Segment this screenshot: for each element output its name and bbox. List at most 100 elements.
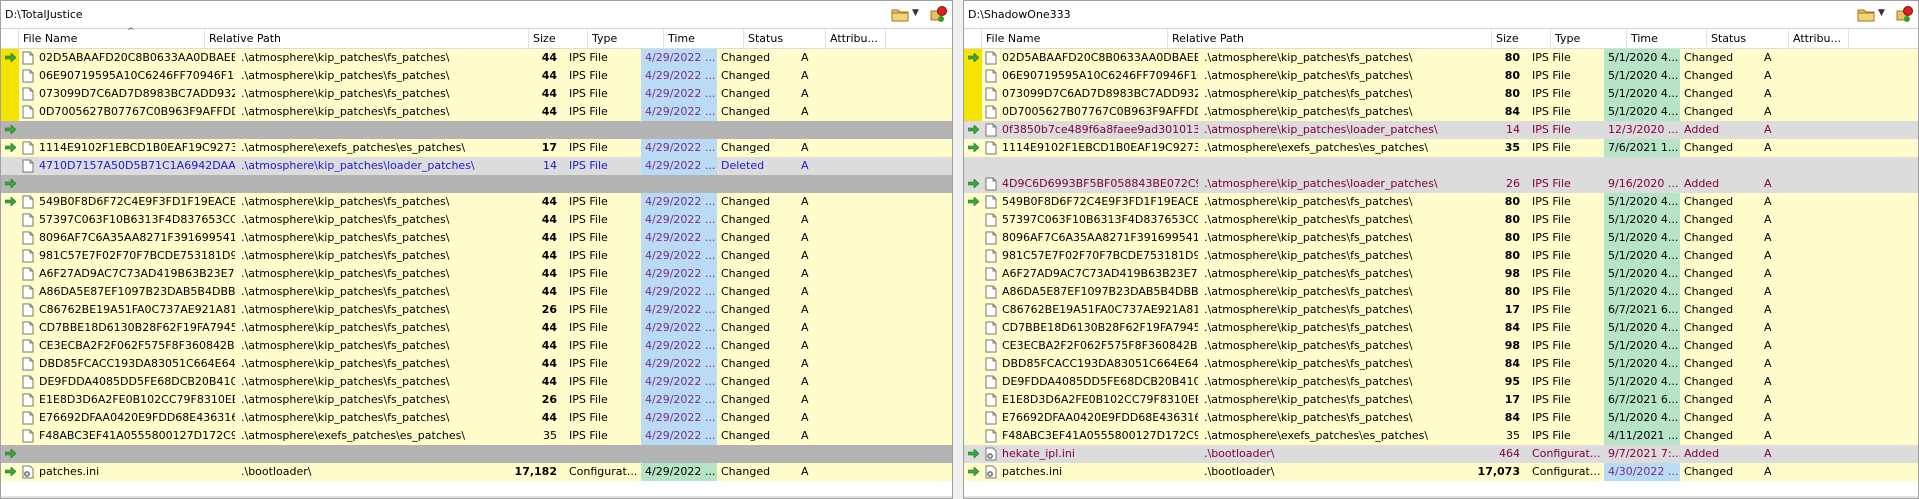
- file-status: Changed: [721, 411, 771, 424]
- spacer-row[interactable]: [1, 445, 952, 463]
- table-row[interactable]: A6F27AD9AC7C73AD419B63B23E785... .\atmosp…: [964, 265, 1918, 283]
- table-row[interactable]: E1E8D3D6A2FE0B102CC79F8310EEEF... .\atmos…: [964, 391, 1918, 409]
- table-row[interactable]: 981C57E7F02F70F7BCDE753181D901... .\atmos…: [1, 247, 952, 265]
- file-type: IPS File: [1532, 87, 1571, 100]
- table-row[interactable]: C86762BE19A51FA0C737AE921A8168... .\atmos…: [1, 301, 952, 319]
- table-row[interactable]: A6F27AD9AC7C73AD419B63B23E785... .\atmosp…: [1, 265, 952, 283]
- table-row[interactable]: 06E90719595A10C6246FF70946F10F... .\atmos…: [964, 67, 1918, 85]
- folder-icon[interactable]: [890, 5, 910, 25]
- file-attributes: A: [801, 249, 809, 262]
- table-row[interactable]: CD7BBE18D6130B28F62F19FA794553... .\atmos…: [964, 319, 1918, 337]
- file-attributes: A: [801, 321, 809, 334]
- row-gutter: [964, 175, 982, 193]
- column-relative-path[interactable]: Relative Path: [205, 29, 529, 48]
- folder-icon[interactable]: [1856, 5, 1876, 25]
- table-row[interactable]: E76692DFAA0420E9FDD68E436316181... .\atmo…: [964, 409, 1918, 427]
- file-size: 84: [1504, 411, 1520, 424]
- table-row[interactable]: F48ABC3EF41A0555800127D172C9B8... .\atmos…: [1, 427, 952, 445]
- file-icon: [984, 337, 998, 355]
- column-size[interactable]: Size: [529, 29, 588, 48]
- column-size[interactable]: Size: [1492, 29, 1551, 48]
- file-name: 0D7005627B07767C0B963F9AFFDDE5...: [39, 105, 235, 118]
- table-row[interactable]: CD7BBE18D6130B28F62F19FA794553... .\atmos…: [1, 319, 952, 337]
- column-attributes[interactable]: Attribu...: [1789, 29, 1849, 48]
- table-row[interactable]: 0f3850b7ce489f6a8faee9ad301013f66... .\at…: [964, 121, 1918, 139]
- file-time: 5/1/2020 4...: [1604, 229, 1680, 247]
- file-name: F48ABC3EF41A0555800127D172C9B8...: [39, 429, 235, 442]
- file-icon: [984, 427, 998, 445]
- row-gutter: [964, 409, 982, 427]
- column-status[interactable]: Status: [1707, 29, 1789, 48]
- table-row[interactable]: DE9FDDA4085DD5FE68DCB20B41095... .\atmosp…: [964, 373, 1918, 391]
- right-path-bar[interactable]: D:\ShadowOne333 ▼: [964, 1, 1918, 29]
- file-attributes: A: [1764, 285, 1772, 298]
- table-row[interactable]: 57397C063F10B6313F4D837653CCC3... .\atmos…: [1, 211, 952, 229]
- spacer-row[interactable]: [1, 121, 952, 139]
- sync-icon[interactable]: [1894, 5, 1914, 25]
- table-row[interactable]: 073099D7C6AD7D8983BC7ADD932BE... .\atmosp…: [1, 85, 952, 103]
- table-row[interactable]: A86DA5E87EF1097B23DAB5B4DBBAE... .\atmosp…: [964, 283, 1918, 301]
- table-row[interactable]: 0D7005627B07767C0B963F9AFFDDE5... .\atmos…: [1, 103, 952, 121]
- file-icon: [984, 211, 998, 229]
- spacer-row[interactable]: [1, 175, 952, 193]
- table-row[interactable]: 549B0F8D6F72C4E9F3FD1F19EACE4A... .\atmos…: [1, 193, 952, 211]
- table-row[interactable]: DBD85FCACC193DA83051C664E6452... .\atmosp…: [964, 355, 1918, 373]
- table-row[interactable]: C86762BE19A51FA0C737AE921A8168... .\atmos…: [964, 301, 1918, 319]
- file-time: 4/29/2022 ...: [641, 193, 717, 211]
- column-relative-path[interactable]: Relative Path: [1168, 29, 1492, 48]
- table-row[interactable]: DBD85FCACC193DA83051C664E6452... .\atmosp…: [1, 355, 952, 373]
- file-size: 44: [541, 231, 557, 244]
- table-row[interactable]: 02D5ABAAFD20C8B0633AA0DBAEE0... .\atmosph…: [1, 49, 952, 67]
- column-type[interactable]: Type: [1551, 29, 1627, 48]
- column-attributes[interactable]: Attribu...: [826, 29, 886, 48]
- table-row[interactable]: 06E90719595A10C6246FF70946F10F... .\atmos…: [1, 67, 952, 85]
- table-row[interactable]: 1114E9102F1EBCD1B0EAF19C927362... .\atmos…: [964, 139, 1918, 157]
- table-row[interactable]: 981C57E7F02F70F7BCDE753181D901... .\atmos…: [964, 247, 1918, 265]
- file-status: Changed: [721, 87, 771, 100]
- pane-splitter[interactable]: [953, 0, 963, 499]
- left-scrollbar[interactable]: [1, 496, 952, 498]
- sync-icon[interactable]: [928, 5, 948, 25]
- column-file-name[interactable]: File Name: [19, 29, 205, 48]
- chevron-down-icon[interactable]: ▼: [1878, 8, 1888, 28]
- table-row[interactable]: F48ABC3EF41A0555800127D172C9B8... .\atmos…: [964, 427, 1918, 445]
- right-path[interactable]: D:\ShadowOne333: [968, 8, 1071, 21]
- column-type[interactable]: Type: [588, 29, 664, 48]
- file-status: Deleted: [721, 159, 765, 172]
- file-type: IPS File: [569, 339, 608, 352]
- column-time[interactable]: Time: [664, 29, 744, 48]
- table-row[interactable]: CE3ECBA2F2F062F575F8F360842B32B... .\atmo…: [964, 337, 1918, 355]
- table-row[interactable]: hekate_ipl.ini .\bootloader\ 464 Configurat…: [964, 445, 1918, 463]
- file-icon: [984, 85, 998, 103]
- file-attributes: A: [801, 159, 809, 172]
- table-row[interactable]: E1E8D3D6A2FE0B102CC79F8310EEEF... .\atmos…: [1, 391, 952, 409]
- table-row[interactable]: 57397C063F10B6313F4D837653CCC3... .\atmos…: [964, 211, 1918, 229]
- file-icon: [984, 139, 998, 157]
- table-row[interactable]: CE3ECBA2F2F062F575F8F360842B32B... .\atmo…: [1, 337, 952, 355]
- column-status[interactable]: Status: [744, 29, 826, 48]
- table-row[interactable]: A86DA5E87EF1097B23DAB5B4DBBAE... .\atmosp…: [1, 283, 952, 301]
- column-file-name[interactable]: File Name: [982, 29, 1168, 48]
- table-row[interactable]: 549B0F8D6F72C4E9F3FD1F19EACE4A... .\atmos…: [964, 193, 1918, 211]
- table-row[interactable]: patches.ini .\bootloader\ 17,182 Configurat…: [1, 463, 952, 481]
- table-row[interactable]: 8096AF7C6A35AA8271F3916995413B... .\atmos…: [964, 229, 1918, 247]
- table-row[interactable]: DE9FDDA4085DD5FE68DCB20B41095... .\atmosp…: [1, 373, 952, 391]
- right-scrollbar[interactable]: [964, 496, 1918, 498]
- table-row[interactable]: 0D7005627B07767C0B963F9AFFDDE5... .\atmos…: [964, 103, 1918, 121]
- table-row[interactable]: 4710D7157A50D5B71C1A6942DAA82... .\atmosp…: [1, 157, 952, 175]
- spacer-row[interactable]: [964, 157, 1918, 175]
- table-row[interactable]: patches.ini .\bootloader\ 17,073 Configurat…: [964, 463, 1918, 481]
- table-row[interactable]: 073099D7C6AD7D8983BC7ADD932BE... .\atmosp…: [964, 85, 1918, 103]
- file-type: IPS File: [569, 213, 608, 226]
- table-row[interactable]: 4D9C6D6993BF5BF058843BE072C981... .\atmos…: [964, 175, 1918, 193]
- chevron-down-icon[interactable]: ▼: [912, 8, 922, 28]
- table-row[interactable]: 8096AF7C6A35AA8271F3916995413B... .\atmos…: [1, 229, 952, 247]
- left-path-bar[interactable]: D:\TotalJustice ▼: [1, 1, 952, 29]
- relative-path: .\atmosphere\kip_patches\fs_patches\: [241, 87, 450, 100]
- column-time[interactable]: Time: [1627, 29, 1707, 48]
- table-row[interactable]: 1114E9102F1EBCD1B0EAF19C927362... .\atmos…: [1, 139, 952, 157]
- table-row[interactable]: 02D5ABAAFD20C8B0633AA0DBAEE0... .\atmosph…: [964, 49, 1918, 67]
- table-row[interactable]: E76692DFAA0420E9FDD68E436316181... .\atmo…: [1, 409, 952, 427]
- file-attributes: A: [1764, 51, 1772, 64]
- left-path[interactable]: D:\TotalJustice: [5, 8, 83, 21]
